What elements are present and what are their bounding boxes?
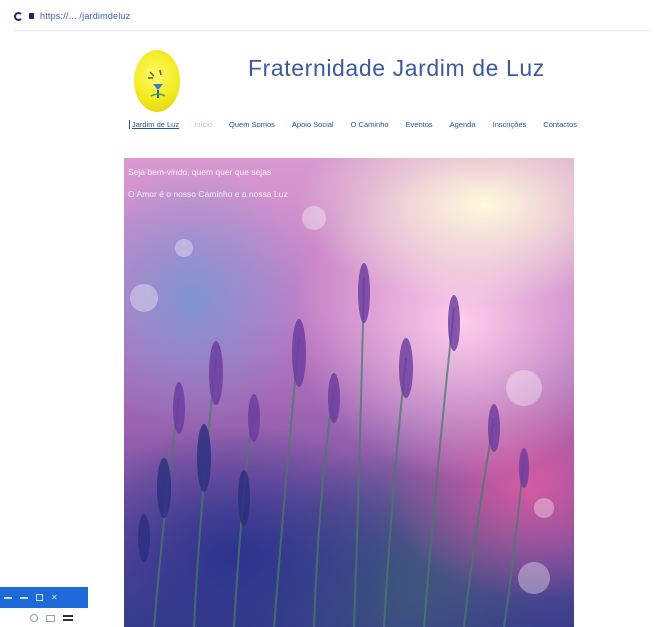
hamburger-icon[interactable] xyxy=(63,615,73,621)
nav-item-jardim-de-luz[interactable]: Jardim de Luz xyxy=(129,120,179,129)
nav-item-apoio-social[interactable]: Apoio Social xyxy=(292,120,334,129)
site-logo[interactable] xyxy=(134,50,180,112)
minimize-icon[interactable] xyxy=(20,596,28,599)
hero-banner: Seja bem-vindo, quem quer que sejas O Am… xyxy=(124,158,574,627)
address-bar-divider xyxy=(14,30,649,31)
network-icon[interactable] xyxy=(30,614,38,622)
address-bar[interactable]: https://... /jardimdeluz xyxy=(14,9,130,23)
flower-sun-logo-icon xyxy=(148,69,166,98)
restore-icon[interactable] xyxy=(36,594,43,601)
nav-item-agenda[interactable]: Agenda xyxy=(450,120,476,129)
reload-icon[interactable] xyxy=(14,11,23,21)
hero-welcome-text: Seja bem-vindo, quem quer que sejas xyxy=(128,167,272,177)
lock-icon xyxy=(29,13,34,19)
system-tray xyxy=(30,614,73,622)
display-icon[interactable] xyxy=(46,614,55,622)
floating-window-toolbar[interactable]: ✕ xyxy=(0,587,88,608)
main-nav: Jardim de Luz Início Quem Somos Apoio So… xyxy=(129,120,594,129)
close-icon[interactable]: ✕ xyxy=(51,593,58,602)
nav-item-inicio[interactable]: Início xyxy=(194,120,212,129)
nav-item-quem-somos[interactable]: Quem Somos xyxy=(229,120,275,129)
url-text[interactable]: https://... /jardimdeluz xyxy=(40,11,130,21)
menu-icon[interactable] xyxy=(4,596,12,599)
nav-item-contactos[interactable]: Contactos xyxy=(543,120,577,129)
lavender-field-image xyxy=(130,206,554,627)
site-title: Fraternidade Jardim de Luz xyxy=(248,55,545,81)
nav-item-inscricoes[interactable]: Inscrições xyxy=(493,120,527,129)
hero-motto-text: O Amor é o nosso Caminho e a nossa Luz xyxy=(128,189,288,199)
nav-item-eventos[interactable]: Eventos xyxy=(406,120,433,129)
nav-item-o-caminho[interactable]: O Caminho xyxy=(351,120,389,129)
